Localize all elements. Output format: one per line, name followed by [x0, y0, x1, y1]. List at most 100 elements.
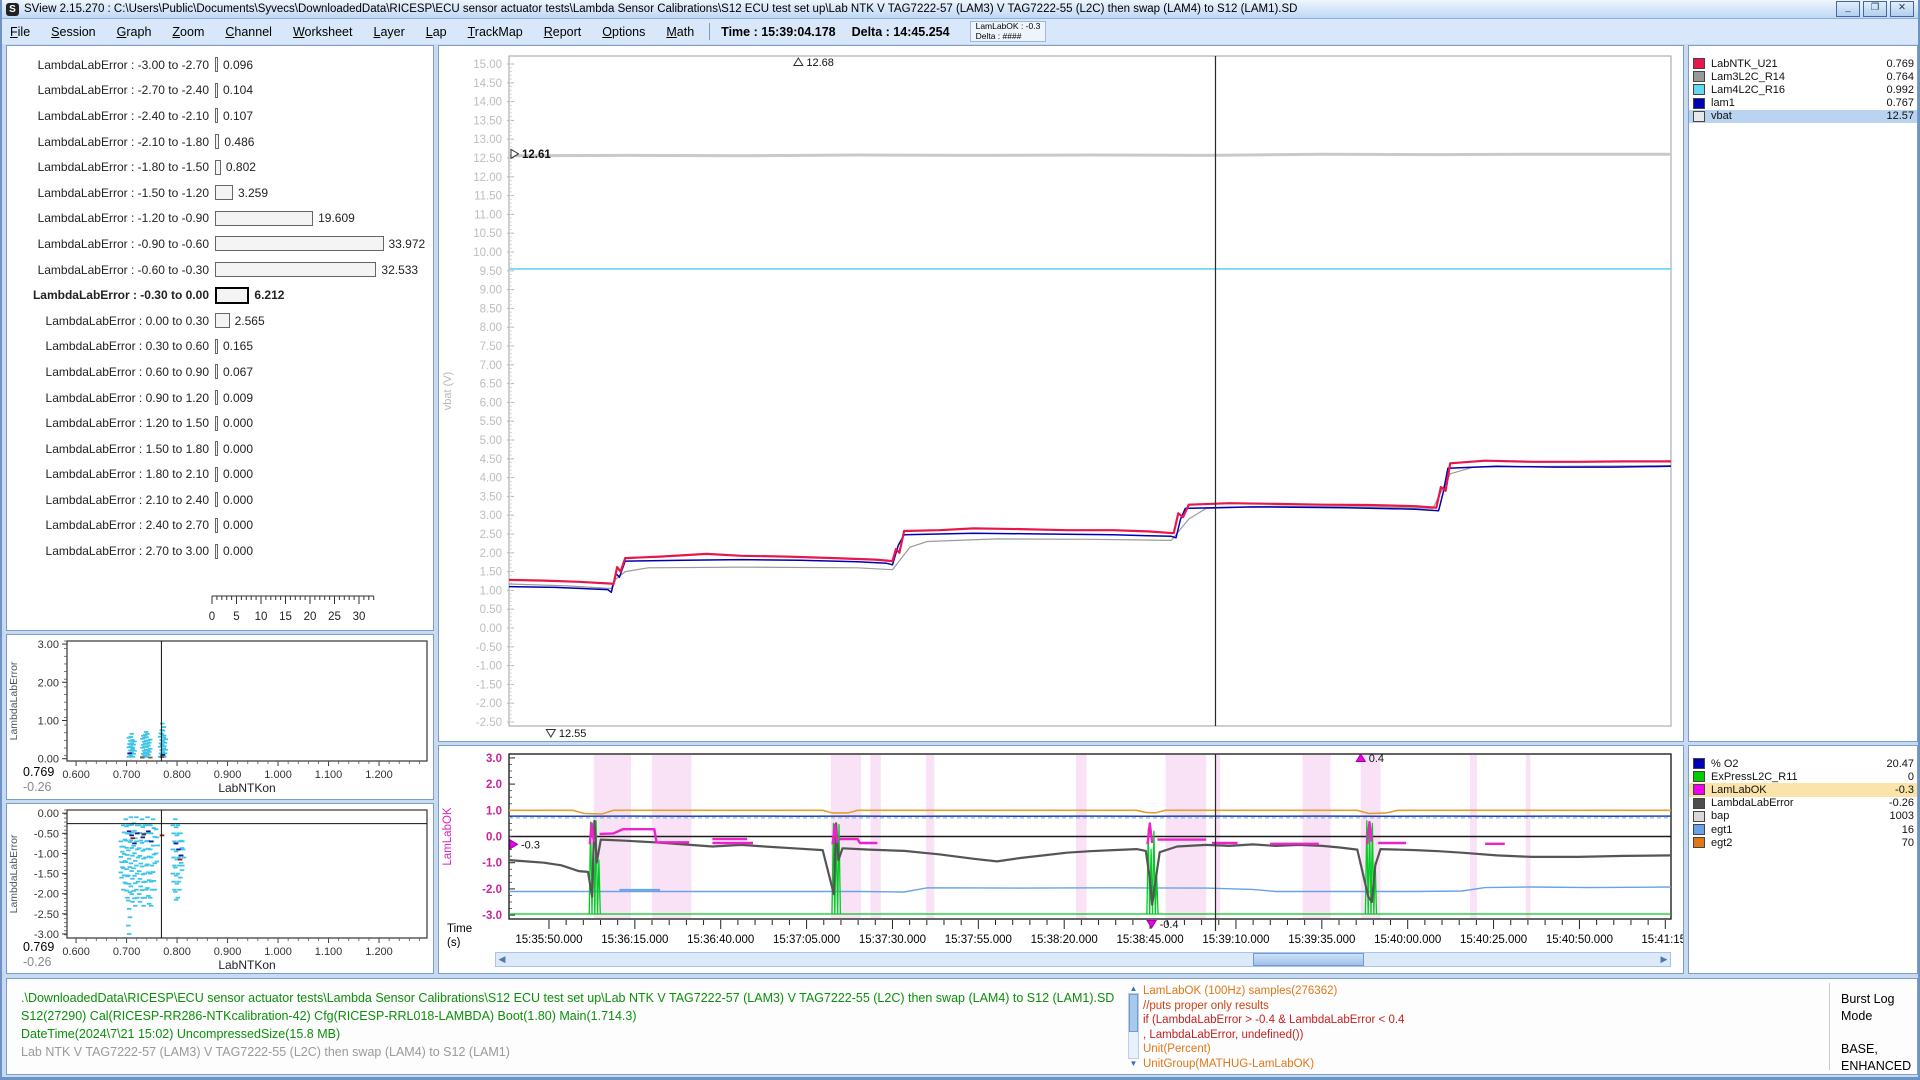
histogram-row[interactable]: LambdaLabError : -0.30 to 0.006.212 [7, 282, 433, 308]
histogram-row[interactable]: LambdaLabError : -1.50 to -1.203.259 [7, 180, 433, 206]
menu-item-math[interactable]: Math [666, 25, 694, 39]
scroll-right-icon[interactable]: ▶ [1658, 953, 1670, 966]
histogram-row[interactable]: LambdaLabError : -2.70 to -2.400.104 [7, 78, 433, 104]
svg-text:7.00: 7.00 [480, 360, 502, 372]
scatter-point [148, 897, 153, 899]
histogram-row[interactable]: LambdaLabError : 1.50 to 1.800.000 [7, 436, 433, 462]
scatter-point [140, 842, 145, 844]
legend-row--o2[interactable]: % O220.47 [1689, 757, 1917, 770]
scatter-point [127, 858, 131, 860]
histogram-row[interactable]: LambdaLabError : -0.90 to -0.6033.972 [7, 231, 433, 257]
bin-bar [215, 313, 230, 328]
histogram-row[interactable]: LambdaLabError : 1.20 to 1.500.000 [7, 410, 433, 436]
scrollbar-thumb[interactable] [1129, 994, 1138, 1032]
svg-text:1.0: 1.0 [486, 805, 502, 817]
scatter-point [120, 851, 125, 853]
scatter-point [152, 880, 157, 882]
scrollbar-thumb[interactable] [1253, 953, 1363, 966]
legend-row-lamlabok[interactable]: LamLabOK-0.3 [1689, 783, 1917, 796]
statusbar: .\DownloadedData\RICESP\ECU sensor actua… [6, 978, 1918, 1075]
scatter-top-panel: 0.001.002.003.000.6000.7000.8000.9001.00… [6, 634, 434, 800]
scatter-point [150, 865, 155, 867]
y-axis-label: vbat (V) [442, 372, 454, 411]
scatter-point [140, 866, 145, 868]
menu-item-worksheet[interactable]: Worksheet [293, 25, 353, 39]
svg-text:0.900: 0.900 [214, 769, 242, 781]
lower-chart-plot[interactable]: 3.02.01.00.0-1.0-2.0-3.0LamLabOK15:35:50… [439, 746, 1683, 948]
legend-row-expressl2c-r11[interactable]: ExPressL2C_R110 [1689, 770, 1917, 783]
svg-text:0.700: 0.700 [113, 946, 141, 958]
svg-text:8.00: 8.00 [480, 322, 502, 334]
code-line: if (LambdaLabError > -0.4 & LambdaLabErr… [1143, 1013, 1404, 1028]
menu-item-lap[interactable]: Lap [426, 25, 447, 39]
menu-item-channel[interactable]: Channel [225, 25, 272, 39]
scatter-cursor-values: 0.769 -0.26 [23, 765, 54, 795]
histogram-row[interactable]: LambdaLabError : -0.60 to -0.3032.533 [7, 257, 433, 283]
menubar: File Session Graph Zoom Channel Worksheet Laye… [2, 19, 1918, 44]
restore-button[interactable]: ❐ [1863, 1, 1887, 17]
legend-row-lambdalaberror[interactable]: LambdaLabError-0.26 [1689, 797, 1917, 810]
scatter-point [124, 890, 129, 892]
histogram-row[interactable]: LambdaLabError : -1.80 to -1.500.802 [7, 154, 433, 180]
histogram-row[interactable]: LambdaLabError : 1.80 to 2.100.000 [7, 462, 433, 488]
menu-item-report[interactable]: Report [544, 25, 582, 39]
main-chart-plot[interactable]: 15.0014.5014.0013.5013.0012.5012.0011.50… [439, 46, 1683, 741]
bin-label: LambdaLabError : 0.30 to 0.60 [7, 339, 215, 353]
histogram-row[interactable]: LambdaLabError : 0.90 to 1.200.009 [7, 385, 433, 411]
legend-row-lam3l2c-r14[interactable]: Lam3L2C_R140.764 [1689, 70, 1917, 83]
scatter-point [149, 857, 154, 859]
svg-text:1.200: 1.200 [365, 769, 393, 781]
histogram-row[interactable]: LambdaLabError : 2.70 to 3.000.000 [7, 538, 433, 564]
menu: File Session Graph Zoom Channel Worksheet Laye… [10, 25, 694, 39]
histogram-row[interactable]: LambdaLabError : 0.00 to 0.302.565 [7, 308, 433, 334]
svg-text:12.55: 12.55 [559, 728, 587, 740]
time-scrollbar[interactable]: ◀ ▶ [495, 952, 1671, 967]
menu-item-trackmap[interactable]: TrackMap [468, 25, 523, 39]
scatter-point [139, 886, 144, 888]
legend-row-lam4l2c-r16[interactable]: Lam4L2C_R160.992 [1689, 83, 1917, 96]
close-button[interactable]: ✕ [1890, 1, 1914, 17]
histogram-row[interactable]: LambdaLabError : 0.30 to 0.600.165 [7, 334, 433, 360]
legend-row-labntk-u21[interactable]: LabNTK_U210.769 [1689, 57, 1917, 70]
svg-text:(s): (s) [447, 937, 461, 948]
legend-row-bap[interactable]: bap1003 [1689, 810, 1917, 823]
histogram-row[interactable]: LambdaLabError : 2.40 to 2.700.000 [7, 513, 433, 539]
svg-text:3.00: 3.00 [38, 639, 59, 651]
legend-row-lam1[interactable]: lam10.767 [1689, 97, 1917, 110]
titlebar[interactable]: S SView 2.15.270 : C:\Users\Public\Docum… [2, 0, 1918, 19]
menu-item-layer[interactable]: Layer [373, 25, 404, 39]
legend-row-vbat[interactable]: vbat12.57 [1689, 110, 1917, 123]
histogram-row[interactable]: LambdaLabError : -1.20 to -0.9019.609 [7, 206, 433, 232]
scatter-point [176, 857, 181, 859]
svg-text:10: 10 [255, 611, 268, 623]
minimize-button[interactable]: _ [1836, 1, 1860, 17]
scroll-up-icon[interactable]: ▲ [1128, 984, 1139, 993]
histogram-row[interactable]: LambdaLabError : -2.10 to -1.800.486 [7, 129, 433, 155]
scatter-point [155, 861, 160, 863]
code-scrollbar[interactable]: ▲ ▼ [1128, 984, 1139, 1070]
svg-text:20: 20 [304, 611, 317, 623]
scatter-point [174, 826, 179, 828]
menu-item-zoom[interactable]: Zoom [172, 25, 204, 39]
scatter-point [119, 872, 124, 874]
menu-item-session[interactable]: Session [51, 25, 95, 39]
scroll-down-icon[interactable]: ▼ [1128, 1059, 1139, 1068]
bin-label: LambdaLabError : -0.60 to -0.30 [7, 263, 215, 277]
histogram-row[interactable]: LambdaLabError : -3.00 to -2.700.096 [7, 52, 433, 78]
scatter-point [176, 849, 181, 851]
menu-item-file[interactable]: File [10, 25, 30, 39]
menu-item-options[interactable]: Options [602, 25, 645, 39]
scatter-point [146, 745, 151, 747]
scatter-top-plot[interactable]: 0.001.002.003.000.6000.7000.8000.9001.00… [7, 635, 433, 799]
legend-row-egt2[interactable]: egt270 [1689, 836, 1917, 849]
scatter-point [131, 756, 136, 758]
legend-row-egt1[interactable]: egt116 [1689, 823, 1917, 836]
histogram-row[interactable]: LambdaLabError : 0.60 to 0.900.067 [7, 359, 433, 385]
histogram-row[interactable]: LambdaLabError : 2.10 to 2.400.000 [7, 487, 433, 513]
scatter-point [173, 818, 178, 820]
scatter-point [132, 830, 137, 832]
histogram-row[interactable]: LambdaLabError : -2.40 to -2.100.107 [7, 103, 433, 129]
scroll-left-icon[interactable]: ◀ [496, 953, 508, 966]
scatter-bottom-plot[interactable]: 0.00-0.50-1.00-1.50-2.00-2.50-3.000.6000… [7, 804, 433, 973]
menu-item-graph[interactable]: Graph [117, 25, 152, 39]
